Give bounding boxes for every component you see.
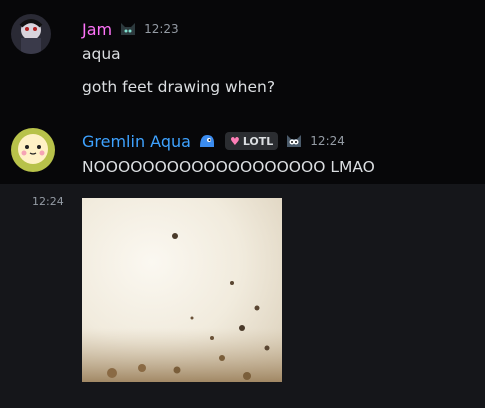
blue-creature-icon [197, 131, 217, 151]
avatar[interactable] [11, 14, 51, 54]
role-badge-label: LOTL [242, 134, 274, 148]
image-attachment[interactable] [82, 198, 282, 382]
message-text: aqua [82, 45, 121, 63]
cat-badge-icon [284, 131, 304, 151]
cat-badge-icon [118, 19, 138, 39]
message-text: goth feet drawing when? [82, 78, 276, 96]
role-badge[interactable]: ♥ LOTL [224, 132, 279, 150]
timestamp[interactable]: 12:23 [144, 22, 179, 36]
heart-icon: ♥ [229, 134, 240, 148]
timestamp[interactable]: 12:24 [32, 195, 64, 208]
message-text: NOOOOOOOOOOOOOOOOOOO LMAO [82, 158, 375, 176]
username[interactable]: Gremlin Aqua [82, 132, 191, 151]
timestamp[interactable]: 12:24 [310, 134, 345, 148]
avatar[interactable] [11, 128, 55, 172]
username[interactable]: Jam [82, 20, 112, 39]
